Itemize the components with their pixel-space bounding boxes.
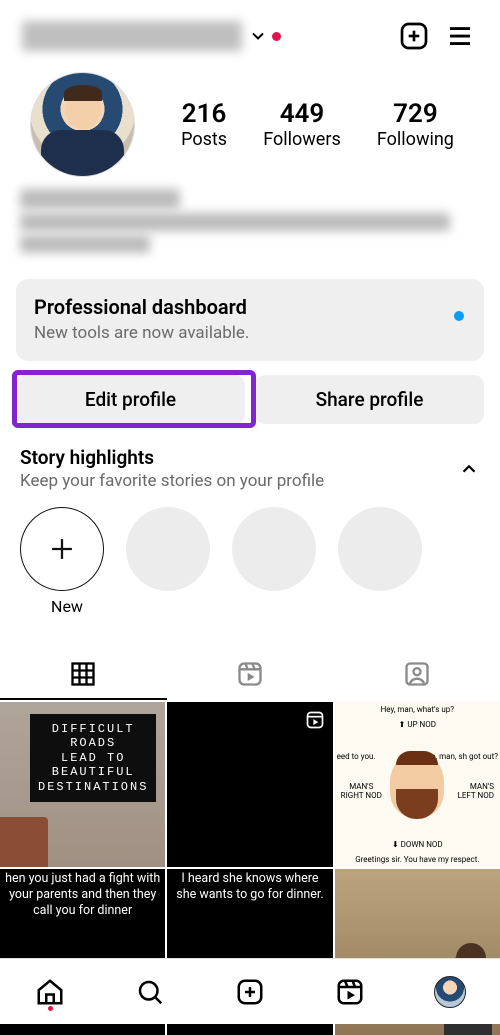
collapse-highlights-chevron-icon[interactable]	[458, 458, 480, 480]
profile-nav-tab[interactable]	[433, 975, 467, 1009]
post-thumbnail[interactable]: Hey, man, what's up? ⬆ UP NOD eed to you…	[335, 702, 500, 867]
highlights-title: Story highlights	[20, 446, 324, 469]
post-thumbnail[interactable]: DIFFICULT ROADS LEAD TO BEAUTIFUL DESTIN…	[0, 702, 165, 867]
notification-dot-icon	[48, 1006, 53, 1011]
story-highlights-section: Story highlights Keep your favorite stor…	[0, 424, 500, 622]
reels-tab[interactable]	[167, 650, 334, 700]
posts-label: Posts	[181, 129, 227, 150]
reels-nav-tab[interactable]	[333, 975, 367, 1009]
share-profile-button[interactable]: Share profile	[255, 375, 484, 424]
menu-button[interactable]	[442, 18, 478, 54]
post-caption: hen you just had a fight with your paren…	[0, 869, 165, 920]
bio-text	[20, 235, 150, 253]
post-thumbnail[interactable]	[167, 702, 332, 867]
reel-icon	[305, 710, 325, 730]
tagged-tab[interactable]	[333, 650, 500, 700]
post-caption: DIFFICULT ROADS LEAD TO BEAUTIFUL DESTIN…	[30, 714, 156, 802]
following-stat[interactable]: 729 Following	[377, 99, 454, 150]
grid-tab[interactable]	[0, 650, 167, 700]
bio-text	[20, 213, 450, 231]
highlight-placeholder	[126, 507, 210, 591]
profile-tabs	[0, 650, 500, 700]
highlights-subtitle: Keep your favorite stories on your profi…	[20, 471, 324, 491]
following-label: Following	[377, 129, 454, 150]
professional-dashboard-card[interactable]: Professional dashboard New tools are now…	[16, 279, 484, 361]
search-tab[interactable]	[133, 975, 167, 1009]
create-button[interactable]	[396, 18, 432, 54]
account-switch-chevron-icon[interactable]	[248, 26, 268, 46]
display-name	[20, 189, 180, 209]
home-tab[interactable]	[33, 975, 67, 1009]
followers-count: 449	[263, 99, 341, 129]
username[interactable]	[22, 21, 242, 51]
post-caption: I heard she knows where she wants to go …	[167, 869, 332, 904]
add-highlight-button[interactable]	[20, 507, 104, 591]
profile-action-row: Edit profile Share profile	[0, 361, 500, 424]
bio-section	[0, 177, 500, 257]
add-highlight-label: New	[41, 597, 83, 616]
followers-label: Followers	[263, 129, 341, 150]
highlight-placeholder	[338, 507, 422, 591]
posts-stat[interactable]: 216 Posts	[181, 99, 227, 150]
dashboard-title: Professional dashboard	[34, 295, 466, 319]
notification-dot-icon	[272, 32, 281, 41]
profile-header: 216 Posts 449 Followers 729 Following	[0, 58, 500, 177]
new-indicator-icon	[454, 311, 464, 321]
top-bar	[0, 0, 500, 58]
posts-count: 216	[181, 99, 227, 129]
avatar-icon	[434, 976, 466, 1008]
followers-stat[interactable]: 449 Followers	[263, 99, 341, 150]
following-count: 729	[377, 99, 454, 129]
profile-avatar[interactable]	[30, 72, 135, 177]
bottom-nav	[0, 958, 500, 1024]
highlight-placeholder	[232, 507, 316, 591]
create-tab[interactable]	[233, 975, 267, 1009]
dashboard-subtitle: New tools are now available.	[34, 323, 466, 343]
edit-profile-button[interactable]: Edit profile	[16, 375, 245, 424]
